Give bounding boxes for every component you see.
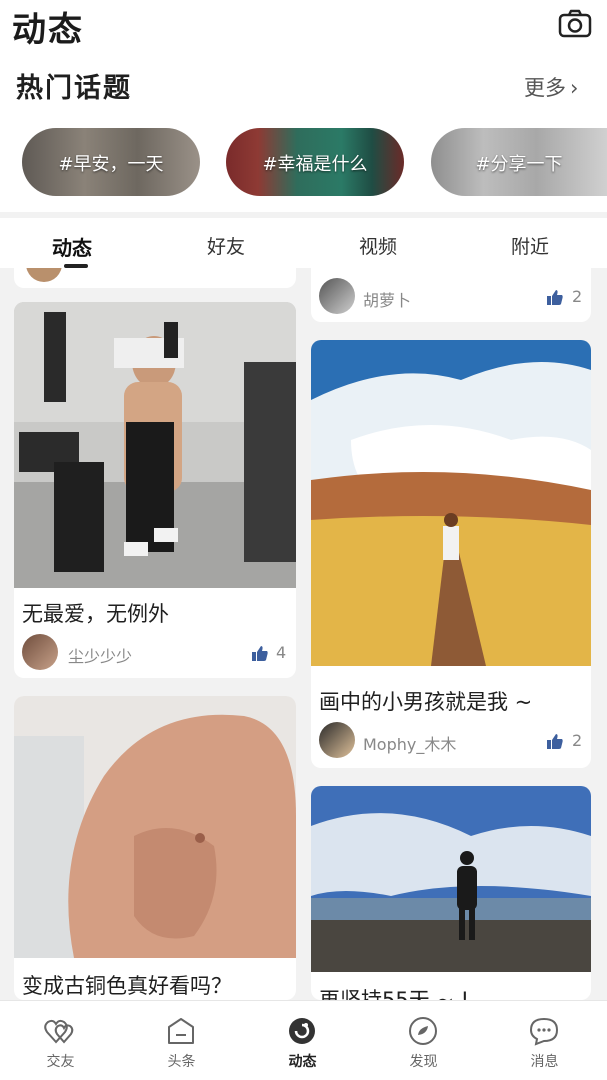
post-title: 变成古铜色真好看吗？ <box>22 974 232 998</box>
discover-icon <box>409 1017 437 1045</box>
like-count: 2 <box>572 287 583 306</box>
post-title: 再坚持55天 ~ ! <box>319 988 470 1000</box>
topic-label: #分享一下 <box>475 154 563 175</box>
feed-card[interactable]: 变成古铜色真好看吗？ <box>14 696 296 1000</box>
avatar[interactable] <box>319 278 355 314</box>
feed-card[interactable] <box>14 268 296 288</box>
tab-friends[interactable]: 好友 <box>207 232 245 259</box>
tab-moments[interactable]: 动态 <box>52 232 92 261</box>
camera-icon[interactable] <box>558 8 592 38</box>
topic-chip[interactable]: #分享一下 <box>431 128 607 196</box>
moments-icon <box>289 1018 315 1044</box>
feed-card[interactable]: 再坚持55天 ~ ! <box>311 786 591 1000</box>
feed-card[interactable]: 无最爱，无例外 尘少少少 4 <box>14 302 296 678</box>
nav-item-messages[interactable]: 消息 <box>484 1001 605 1080</box>
feed-card[interactable]: 画中的小男孩就是我 ~ Mophy_木木 2 <box>311 340 591 768</box>
author-name[interactable]: 尘少少少 <box>68 643 132 667</box>
like-count: 2 <box>572 731 583 750</box>
author-name[interactable]: Mophy_木木 <box>363 731 456 755</box>
author-name[interactable]: 胡萝卜 <box>363 287 411 311</box>
topic-chip[interactable]: #幸福是什么 <box>226 128 404 196</box>
headline-icon <box>168 1018 194 1044</box>
thumbs-up-icon[interactable] <box>547 733 563 749</box>
post-image-gym <box>14 302 296 588</box>
nav-item-discover[interactable]: 发现 <box>363 1001 484 1080</box>
nav-label: 动态 <box>288 1054 317 1070</box>
nav-item-friends[interactable]: 交友 <box>0 1001 121 1080</box>
thumbs-up-icon[interactable] <box>547 289 563 305</box>
post-image-painting <box>311 340 591 666</box>
post-title: 画中的小男孩就是我 ~ <box>319 690 533 714</box>
feed-card[interactable]: 胡萝卜 2 <box>311 268 591 322</box>
nav-label: 发现 <box>409 1054 438 1070</box>
page-title: 动态 <box>12 10 84 50</box>
hearts-icon <box>44 1019 74 1044</box>
avatar <box>26 268 62 282</box>
nav-label: 交友 <box>46 1054 75 1070</box>
header-section: 动态 热门话题 更多 › #早安，一天 #幸福是什么 #分享一下 <box>0 0 607 212</box>
tab-videos[interactable]: 视频 <box>359 232 397 259</box>
thumbs-up-icon[interactable] <box>252 645 268 661</box>
nav-label: 头条 <box>167 1054 196 1070</box>
avatar[interactable] <box>319 722 355 758</box>
nav-item-moments[interactable]: 动态 <box>242 1001 363 1080</box>
like-count: 4 <box>276 643 287 662</box>
message-icon <box>529 1017 559 1046</box>
chevron-right-icon: › <box>570 76 579 100</box>
post-image-beach <box>311 786 591 972</box>
topic-label: #早安，一天 <box>58 154 164 175</box>
tab-nearby[interactable]: 附近 <box>511 232 549 259</box>
more-label: 更多 <box>524 76 566 100</box>
avatar[interactable] <box>22 634 58 670</box>
bottom-nav: 交友 头条 动态 发现 消息 <box>0 1000 607 1080</box>
feed-tabs: 动态 好友 视频 附近 <box>0 218 607 268</box>
nav-label: 消息 <box>530 1054 559 1070</box>
hot-topics-title: 热门话题 <box>16 73 132 104</box>
topic-chip[interactable]: #早安，一天 <box>22 128 200 196</box>
post-image-torso <box>14 696 296 958</box>
post-title: 无最爱，无例外 <box>22 602 169 626</box>
topic-label: #幸福是什么 <box>262 154 368 175</box>
nav-item-headlines[interactable]: 头条 <box>121 1001 242 1080</box>
more-topics-link[interactable]: 更多 › <box>524 72 578 102</box>
